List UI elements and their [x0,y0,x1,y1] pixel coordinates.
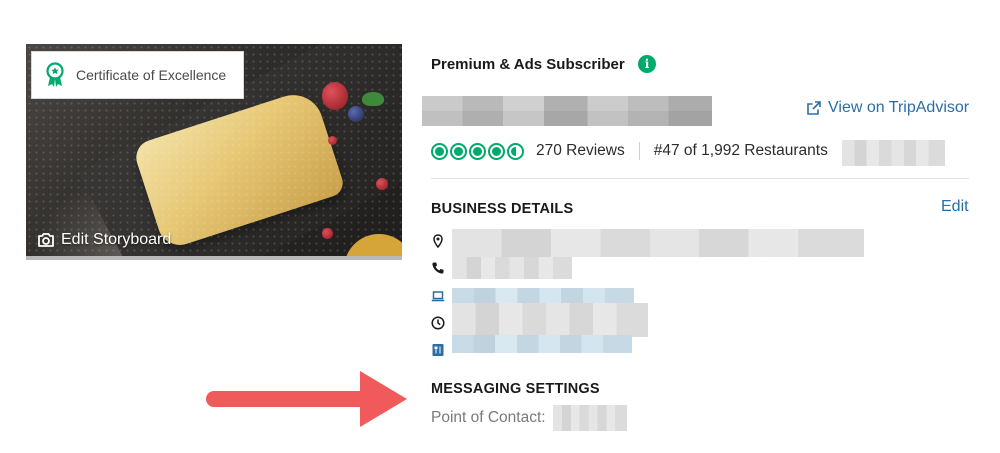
edit-business-details-link[interactable]: Edit [941,198,969,216]
edit-storyboard-label: Edit Storyboard [61,231,172,248]
certificate-badge: Certificate of Excellence [31,51,244,99]
phone-icon [432,262,444,274]
certificate-label: Certificate of Excellence [76,67,227,83]
edit-storyboard-button[interactable]: Edit Storyboard [37,231,171,249]
annotation-arrow-icon [206,371,407,427]
phone-redacted [452,257,572,279]
external-link-icon [807,101,821,115]
view-on-tripadvisor-link[interactable]: View on TripAdvisor [806,99,969,117]
separator [638,142,640,160]
location-pin-icon [433,234,443,248]
rating-row: 270 Reviews #47 of 1,992 Restaurants [431,142,828,160]
messaging-settings-title: MESSAGING SETTINGS [431,381,600,397]
address-redacted [452,229,864,257]
city-name-redacted [842,140,945,166]
camera-icon [38,233,54,247]
bubble-icon [450,142,467,160]
rating-bubbles-icon [431,142,526,160]
award-ribbon-icon [46,62,64,87]
view-on-tripadvisor-label: View on TripAdvisor [828,99,970,116]
business-details-title: BUSINESS DETAILS [431,201,574,217]
ranking-text: #47 of 1,992 Restaurants [653,142,828,159]
hours-redacted [452,303,648,337]
half-bubble-icon [507,142,524,160]
bubble-icon [431,142,448,160]
menu-link-redacted[interactable] [452,335,632,353]
bubble-icon [488,142,505,160]
bubble-icon [469,142,486,160]
reviews-count[interactable]: 270 Reviews [536,142,625,160]
clock-icon [431,316,445,330]
divider [431,178,969,179]
menu-icon [432,344,444,356]
point-of-contact-label: Point of Contact: [431,409,546,426]
contact-name-redacted [553,405,627,431]
restaurant-name-redacted [422,96,712,126]
info-icon[interactable]: i [638,55,656,73]
laptop-icon [431,291,445,302]
subscription-status: Premium & Ads Subscriber [431,56,625,73]
